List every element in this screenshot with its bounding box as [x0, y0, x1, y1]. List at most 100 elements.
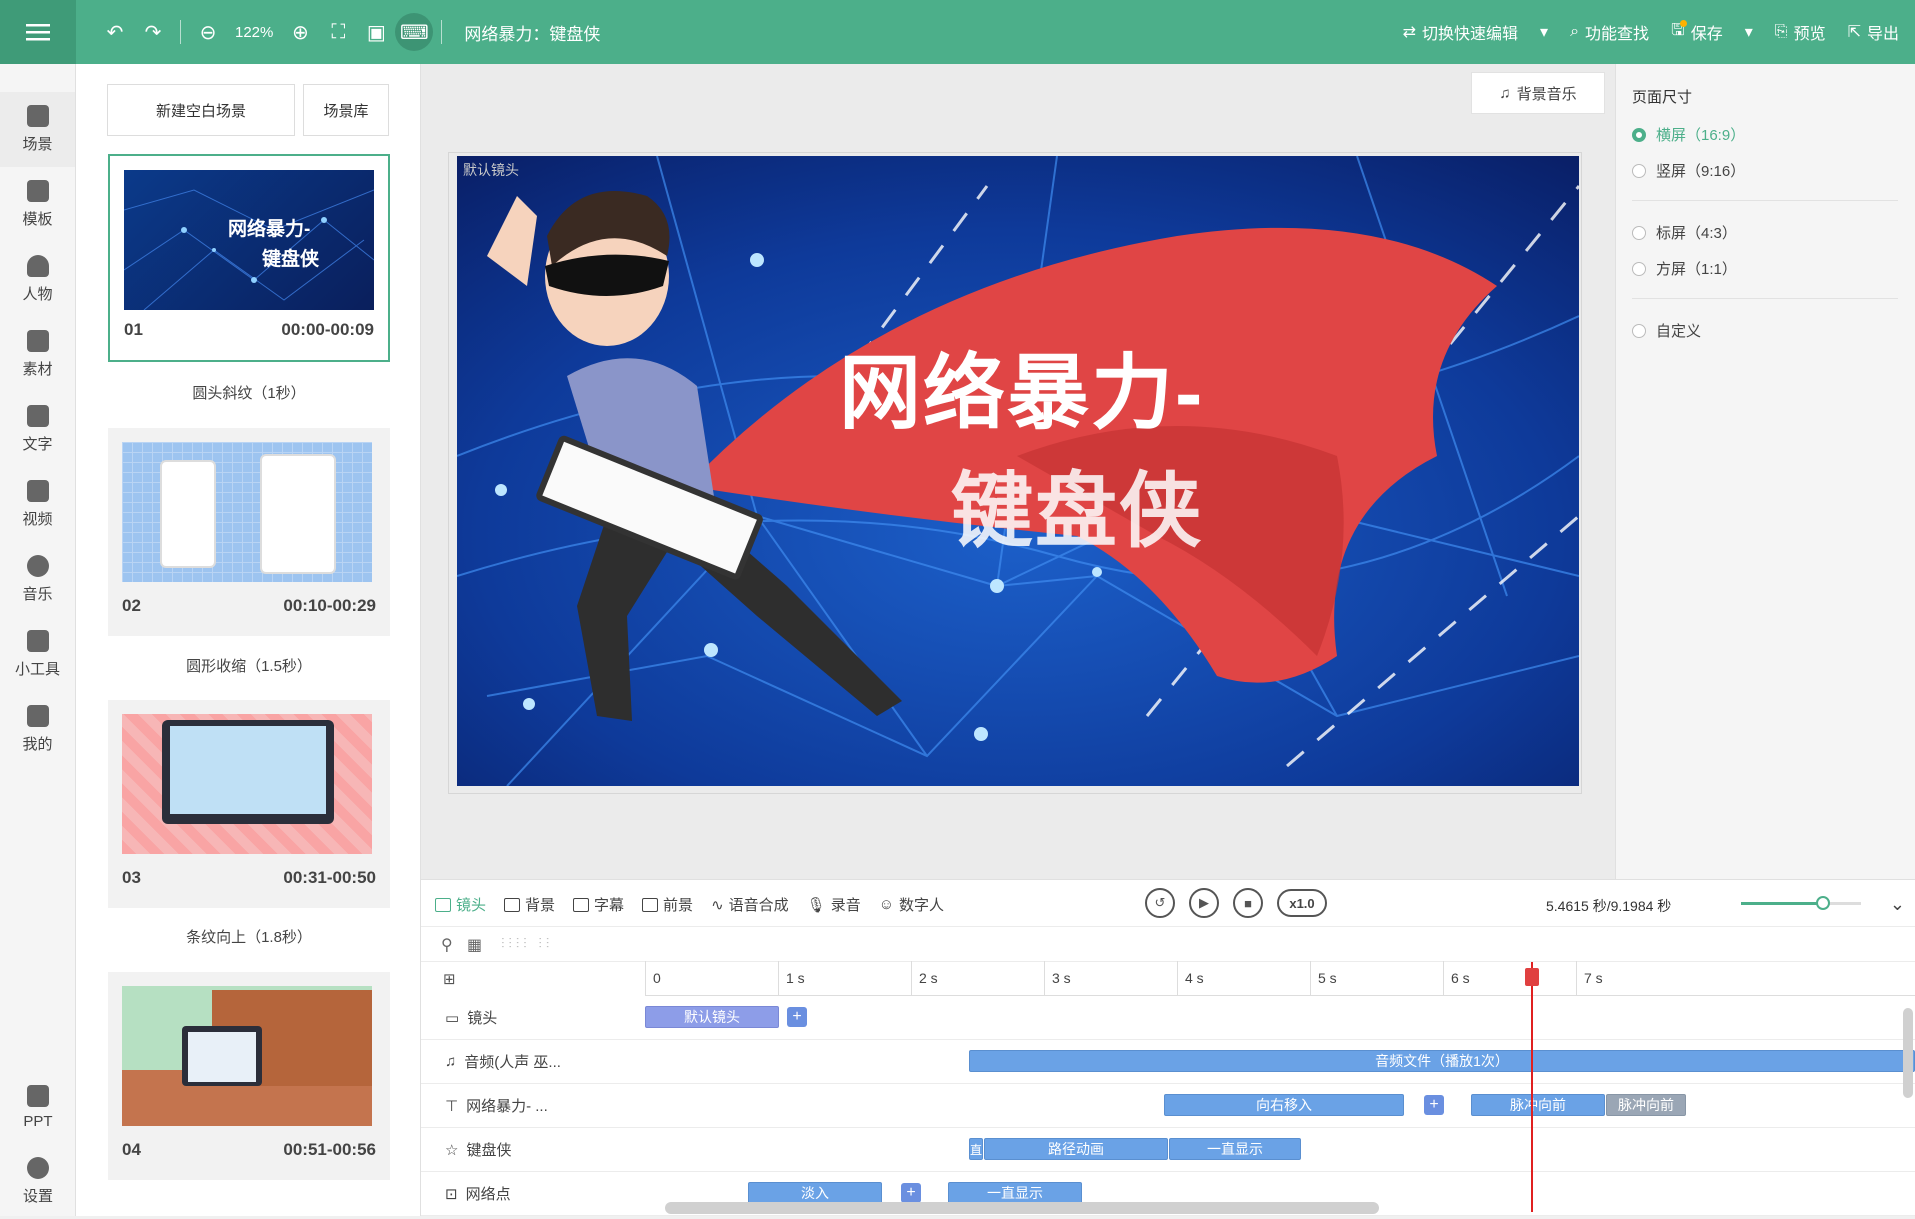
feature-search-button[interactable]: ⌕ 功能查找 [1570, 19, 1688, 44]
background-music-button[interactable]: ♫ 背景音乐 [1471, 72, 1605, 114]
ruler-label: 4 s [1185, 970, 1204, 986]
scene-card-01[interactable]: 网络暴力- 键盘侠 01 00:00-00:09 [108, 154, 390, 362]
track-name-dots[interactable]: ⊡ 网络点 [421, 1172, 645, 1216]
layer-icon[interactable]: ▦ [467, 935, 482, 955]
clip-pulse[interactable]: 脉冲向前 [1471, 1094, 1605, 1116]
stage-canvas[interactable]: 网络暴力- 键盘侠 默认镜头 [457, 156, 1579, 786]
option-square[interactable]: 方屏（1:1） [1632, 258, 1737, 279]
clip-default-camera[interactable]: 默认镜头 [645, 1006, 779, 1028]
nav-person[interactable]: 人物 [0, 242, 75, 317]
export-button[interactable]: ⇱ 导出 [1848, 20, 1899, 44]
tab-digital-human[interactable]: ☺ 数字人 [879, 894, 944, 915]
scene-card-02[interactable]: 02 00:10-00:29 [108, 428, 390, 636]
preview-icon: ⎘ [1774, 23, 1788, 40]
menu-button[interactable] [0, 0, 76, 64]
track-name-text[interactable]: ⊤ 网络暴力- ... [421, 1084, 645, 1128]
tab-tts[interactable]: ∿ 语音合成 [711, 894, 789, 915]
track-layout-icon[interactable]: ⊞ [443, 970, 456, 988]
stage-headline-1[interactable]: 网络暴力- [839, 326, 1204, 445]
zoom-level: 122% [235, 23, 274, 41]
dropdown-toggle[interactable]: ▾ [1540, 22, 1548, 42]
tab-background[interactable]: 背景 [504, 894, 555, 915]
scene-thumbnail [122, 714, 372, 854]
nav-mine[interactable]: 我的 [0, 692, 75, 767]
tab-foreground[interactable]: 前景 [642, 894, 693, 915]
tools-icon [26, 630, 49, 652]
horizontal-scrollbar[interactable] [665, 1202, 1379, 1214]
vertical-scrollbar[interactable] [1903, 1008, 1913, 1098]
scene-transition[interactable]: 圆形收缩（1.5秒） [108, 655, 390, 676]
zoom-out-icon[interactable]: ⊖ [189, 13, 227, 51]
playhead-handle[interactable] [1525, 968, 1539, 986]
time-ruler[interactable]: 0 1 s 2 s 3 s 4 s 5 s 6 s 7 s [645, 961, 1915, 996]
fullscreen-icon[interactable]: ⛶ [319, 13, 357, 51]
camera-label: 默认镜头 [463, 162, 519, 178]
clip-move-right[interactable]: 向右移入 [1164, 1094, 1404, 1116]
radio-icon [1632, 225, 1646, 240]
scene-card-03[interactable]: 03 00:31-00:50 [108, 700, 390, 908]
ruler-tick [1310, 961, 1311, 995]
tab-record[interactable]: 🎙 录音 [807, 894, 861, 915]
nav-video[interactable]: 视频 [0, 467, 75, 542]
track-row-camera: 默认镜头 + [645, 996, 1915, 1040]
scene-transition[interactable]: 条纹向上（1.8秒） [108, 926, 390, 947]
nav-music[interactable]: 音乐 [0, 542, 75, 617]
clip-path-animation[interactable]: 路径动画 [984, 1138, 1168, 1160]
top-toolbar: ↶ ↷ ⊖ 122% ⊕ ⛶ ▣ ⌨ 网络暴力：键盘侠 ⇄ 切换快速编辑 ▾ ⌕ 功… [0, 0, 1915, 64]
option-custom[interactable]: 自定义 [1632, 320, 1701, 341]
clip-always-show[interactable]: 一直显示 [948, 1182, 1082, 1204]
document-title[interactable]: 网络暴力：键盘侠 [464, 20, 600, 45]
rewind-button[interactable]: ↺ [1145, 888, 1175, 918]
filter-icon[interactable]: ⚲ [441, 935, 453, 955]
keyboard-icon[interactable]: ⌨ [395, 13, 434, 51]
nav-text[interactable]: 文字 [0, 392, 75, 467]
new-blank-scene-button[interactable]: 新建空白场景 [107, 84, 295, 136]
clip-pulse-2[interactable]: 脉冲向前 [1606, 1094, 1686, 1116]
nav-scene[interactable]: 场景 [0, 92, 75, 167]
clip-straight[interactable]: 直 [969, 1138, 983, 1160]
preview-button[interactable]: ⎘ 预览 [1775, 20, 1826, 44]
add-clip-button[interactable]: + [787, 1007, 807, 1027]
speed-selector[interactable]: x1.0 [1277, 889, 1327, 917]
track-name-audio[interactable]: ♫ 音频(人声 巫... [421, 1040, 645, 1084]
play-button[interactable]: ▶ [1189, 888, 1219, 918]
track-name-keyboard[interactable]: ☆ 键盘侠 [421, 1128, 645, 1172]
ppt-icon [27, 1085, 49, 1107]
clip-always-show[interactable]: 一直显示 [1169, 1138, 1301, 1160]
stop-button[interactable]: ■ [1233, 888, 1263, 918]
switch-quick-edit-button[interactable]: ⇄ 切换快速编辑 [1403, 20, 1518, 44]
tab-camera[interactable]: 镜头 [435, 894, 486, 915]
nav-template[interactable]: 模板 [0, 167, 75, 242]
redo-icon[interactable]: ↷ [134, 13, 172, 51]
scene-transition[interactable]: 圆头斜纹（1秒） [108, 382, 390, 403]
ruler-label: 1 s [786, 970, 805, 986]
nav-settings[interactable]: 设置 [0, 1144, 76, 1219]
ruler-tick [1576, 961, 1577, 995]
actual-size-icon[interactable]: ▣ [357, 13, 395, 51]
track-name-camera[interactable]: ▭ 镜头 [421, 996, 645, 1040]
add-clip-button[interactable]: + [1424, 1095, 1444, 1115]
nav-tools[interactable]: 小工具 [0, 617, 75, 692]
scene-card-04[interactable]: 04 00:51-00:56 [108, 972, 390, 1180]
option-landscape[interactable]: 横屏（16:9） [1632, 124, 1745, 145]
option-portrait[interactable]: 竖屏（9:16） [1632, 160, 1745, 181]
scene-library-button[interactable]: 场景库 [303, 84, 389, 136]
slider-knob[interactable] [1815, 896, 1830, 910]
clip-audio-file[interactable]: 音频文件（播放1次） [969, 1050, 1915, 1072]
save-button[interactable]: 🖫 保存 [1671, 19, 1723, 46]
option-standard[interactable]: 标屏（4:3） [1632, 222, 1737, 243]
save-dropdown[interactable]: ▾ [1745, 22, 1753, 42]
undo-icon[interactable]: ↶ [96, 13, 134, 51]
nav-ppt[interactable]: PPT [0, 1070, 76, 1145]
tab-subtitle[interactable]: 字幕 [573, 894, 624, 915]
timeline-zoom-slider[interactable] [1741, 896, 1861, 910]
collapse-icon[interactable]: ⌄ [1890, 894, 1905, 915]
nav-material[interactable]: 素材 [0, 317, 75, 392]
align-icon[interactable]: ⫶ ⫶ ⫶ ⫶ ⫶ ⫶ [501, 935, 549, 952]
scene-time: 00:10-00:29 [283, 596, 376, 615]
add-clip-button[interactable]: + [901, 1183, 921, 1203]
zoom-in-icon[interactable]: ⊕ [281, 13, 319, 51]
clip-fade-in[interactable]: 淡入 [748, 1182, 882, 1204]
playhead[interactable] [1531, 962, 1533, 1212]
stage-headline-2[interactable]: 键盘侠 [951, 444, 1203, 563]
